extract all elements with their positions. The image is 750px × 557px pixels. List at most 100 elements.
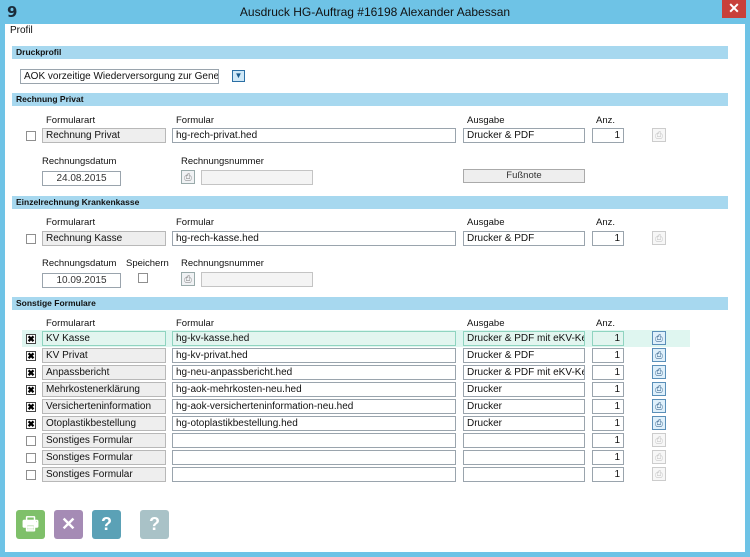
rechnungsnummer-field[interactable] (201, 272, 313, 287)
rechnungsnummer-label: Rechnungsnummer (181, 156, 264, 167)
form-edit-icon[interactable]: ⎙ (652, 331, 666, 345)
row-checkbox[interactable]: ✖ (26, 368, 36, 378)
row-ausgabe[interactable]: Drucker & PDF (463, 348, 585, 363)
number-lookup-icon[interactable]: ⎙ (181, 170, 195, 184)
druckprofil-select[interactable]: AOK vorzeitige Wiederversorgung zur Gene (20, 69, 219, 84)
row-anz[interactable]: 1 (592, 365, 624, 380)
row-formular[interactable]: hg-otoplastikbestellung.hed (172, 416, 456, 431)
col-formularart: Formularart (46, 115, 96, 126)
row-anz[interactable]: 1 (592, 399, 624, 414)
col-ausgabe: Ausgabe (467, 115, 505, 126)
col-formular: Formular (176, 318, 215, 329)
row-formularart: KV Kasse (42, 331, 166, 346)
fussnote-button[interactable]: Fußnote (463, 169, 585, 183)
row-checkbox[interactable]: ✖ (26, 419, 36, 429)
form-edit-icon[interactable]: ⎙ (652, 450, 666, 464)
form-edit-icon[interactable]: ⎙ (652, 348, 666, 362)
row-anz[interactable]: 1 (592, 382, 624, 397)
row-formular[interactable] (172, 433, 456, 448)
row-anz[interactable]: 1 (592, 416, 624, 431)
row-formular[interactable]: hg-kv-privat.hed (172, 348, 456, 363)
row-checkbox[interactable]: ✖ (26, 385, 36, 395)
row-checkbox[interactable]: ✖ (26, 402, 36, 412)
row-anz[interactable]: 1 (592, 433, 624, 448)
row-ausgabe[interactable]: Drucker & PDF mit eKV-Ker (463, 331, 585, 346)
row-ausgabe[interactable]: Drucker (463, 399, 585, 414)
row-formularart: Mehrkostenerklärung (42, 382, 166, 397)
row-ausgabe[interactable] (463, 467, 585, 482)
number-lookup-icon[interactable]: ⎙ (181, 272, 195, 286)
rechnung-kasse-anz[interactable]: 1 (592, 231, 624, 246)
row-checkbox[interactable] (26, 453, 36, 463)
row-checkbox[interactable]: ✖ (26, 351, 36, 361)
row-formular[interactable]: hg-neu-anpassbericht.hed (172, 365, 456, 380)
form-edit-icon[interactable]: ⎙ (652, 399, 666, 413)
form-edit-icon[interactable]: ⎙ (652, 128, 666, 142)
row-formularart: Otoplastikbestellung (42, 416, 166, 431)
cancel-button[interactable]: ✕ (54, 510, 83, 539)
rechnungsdatum-field[interactable]: 10.09.2015 (42, 273, 121, 288)
print-button[interactable]: 🖶 (16, 510, 45, 539)
col-formularart: Formularart (46, 217, 96, 228)
rechnung-privat-formular[interactable]: hg-rech-privat.hed (172, 128, 456, 143)
row-anz[interactable]: 1 (592, 467, 624, 482)
form-edit-icon[interactable]: ⎙ (652, 365, 666, 379)
col-ausgabe: Ausgabe (467, 217, 505, 228)
row-anz[interactable]: 1 (592, 331, 624, 346)
row-formularart: Sonstiges Formular (42, 467, 166, 482)
dropdown-arrow-icon[interactable]: ▼ (232, 70, 245, 82)
row-checkbox[interactable]: ✖ (26, 334, 36, 344)
row-formular[interactable] (172, 467, 456, 482)
section-sonstige: Sonstige Formulare (12, 297, 728, 310)
row-ausgabe[interactable]: Drucker & PDF mit eKV-Ker (463, 365, 585, 380)
row-formular[interactable]: hg-aok-mehrkosten-neu.hed (172, 382, 456, 397)
section-druckprofil: Druckprofil (12, 46, 728, 59)
row-ausgabe[interactable] (463, 450, 585, 465)
close-button[interactable]: ✕ (722, 0, 746, 18)
rechnungsnummer-field[interactable] (201, 170, 313, 185)
speichern-checkbox[interactable] (138, 273, 148, 283)
col-anz: Anz. (596, 217, 616, 228)
row-ausgabe[interactable] (463, 433, 585, 448)
rechnung-kasse-formular[interactable]: hg-rech-kasse.hed (172, 231, 456, 246)
form-edit-icon[interactable]: ⎙ (652, 231, 666, 245)
row-formular[interactable]: hg-kv-kasse.hed (172, 331, 456, 346)
row-formularart: KV Privat (42, 348, 166, 363)
form-edit-icon[interactable]: ⎙ (652, 467, 666, 481)
row-checkbox[interactable] (26, 470, 36, 480)
row-ausgabe[interactable]: Drucker (463, 382, 585, 397)
rechnung-kasse-ausgabe[interactable]: Drucker & PDF (463, 231, 585, 246)
rechnung-kasse-checkbox[interactable] (26, 234, 36, 244)
help-button[interactable]: ? (92, 510, 121, 539)
section-rechnung-privat: Rechnung Privat (12, 93, 728, 106)
row-formularart: Versicherteninformation (42, 399, 166, 414)
section-einzelrechnung: Einzelrechnung Krankenkasse (12, 196, 728, 209)
speichern-label: Speichern (126, 258, 169, 269)
form-edit-icon[interactable]: ⎙ (652, 433, 666, 447)
form-edit-icon[interactable]: ⎙ (652, 382, 666, 396)
row-anz[interactable]: 1 (592, 450, 624, 465)
rechnungsnummer-label: Rechnungsnummer (181, 258, 264, 269)
row-checkbox[interactable] (26, 436, 36, 446)
rechnungsdatum-field[interactable]: 24.08.2015 (42, 171, 121, 186)
row-formular[interactable] (172, 450, 456, 465)
help-secondary-button[interactable]: ? (140, 510, 169, 539)
form-edit-icon[interactable]: ⎙ (652, 416, 666, 430)
rechnung-privat-anz[interactable]: 1 (592, 128, 624, 143)
rechnung-privat-ausgabe[interactable]: Drucker & PDF (463, 128, 585, 143)
menu-profil[interactable]: Profil (10, 25, 33, 36)
window-title: Ausdruck HG-Auftrag #16198 Alexander Aab… (239, 5, 511, 19)
col-formularart: Formularart (46, 318, 96, 329)
row-formularart: Sonstiges Formular (42, 433, 166, 448)
row-formular[interactable]: hg-aok-versicherteninformation-neu.hed (172, 399, 456, 414)
row-anz[interactable]: 1 (592, 348, 624, 363)
col-formular: Formular (176, 217, 215, 228)
row-formularart: Anpassbericht (42, 365, 166, 380)
col-ausgabe: Ausgabe (467, 318, 505, 329)
col-formular: Formular (176, 115, 215, 126)
col-anz: Anz. (596, 318, 616, 329)
rechnungsdatum-label: Rechnungsdatum (42, 258, 117, 269)
rechnung-privat-formularart: Rechnung Privat (42, 128, 166, 143)
rechnung-privat-checkbox[interactable] (26, 131, 36, 141)
row-ausgabe[interactable]: Drucker (463, 416, 585, 431)
